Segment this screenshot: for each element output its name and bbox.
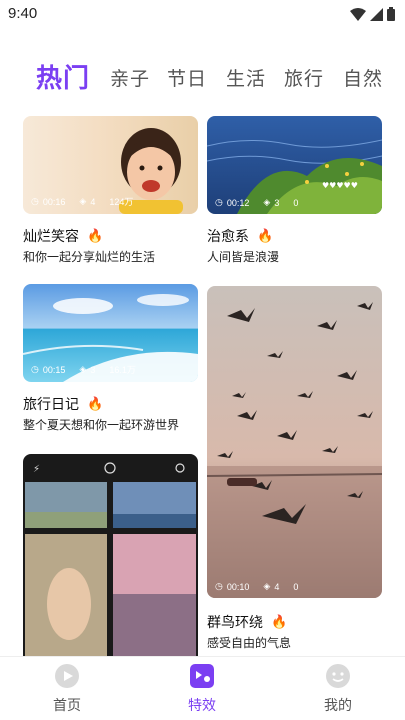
nav-mine[interactable]: 我的 — [298, 663, 378, 715]
card-thumbnail: ⚡ — [23, 454, 198, 656]
nav-home-label: 首页 — [53, 698, 81, 714]
play-circle-icon — [55, 664, 79, 688]
card-layers: 4 — [274, 581, 280, 592]
card-title-row: 旅行日记 🔥 — [23, 394, 103, 414]
clock-icon: ◷ — [31, 196, 39, 206]
card-thumbnail: ♥♥♥♥♥ ◷ 00:12 ◈ 3 0 — [207, 116, 382, 214]
card-title: 灿烂笑容 — [23, 229, 79, 245]
effects-icon — [190, 664, 214, 688]
fire-icon: 🔥 — [257, 228, 274, 244]
card-meta: ◷ 00:15 ◈ 3 16.1万 — [31, 363, 136, 376]
card-subtitle: 人间皆是浪漫 — [207, 250, 280, 264]
layers-icon: ◈ — [263, 197, 271, 207]
card-views: 124万 — [109, 197, 134, 207]
signal-icon — [370, 7, 383, 21]
tab-travel[interactable]: 旅行 — [284, 64, 324, 91]
wifi-icon — [350, 7, 366, 21]
card-meta: ◷ 00:12 ◈ 3 0 — [215, 197, 298, 208]
card-duration: 00:10 — [226, 581, 250, 592]
card-thumbnail: ◷ 00:10 ◈ 4 0 — [207, 286, 382, 598]
card-thumbnail: ◷ 00:16 ◈ 4 124万 — [23, 116, 198, 214]
card-duration: 00:12 — [226, 197, 250, 208]
status-bar: 9:40 — [0, 0, 405, 30]
card-title-row: 治愈系 🔥 — [207, 226, 273, 246]
fire-icon: 🔥 — [271, 614, 288, 630]
tab-nature[interactable]: 自然 — [343, 64, 383, 91]
card-meta: ◷ 00:16 ◈ 4 124万 — [31, 195, 133, 208]
nav-effects[interactable]: 特效 — [162, 663, 242, 715]
card-title: 旅行日记 — [23, 397, 79, 413]
layers-icon: ◈ — [263, 581, 271, 591]
status-time: 9:40 — [8, 5, 38, 22]
template-card-smile[interactable]: ◷ 00:16 ◈ 4 124万 灿烂笑容 🔥 和你一起分享灿烂的生活 — [23, 116, 198, 266]
smile-icon — [326, 664, 350, 688]
tab-life[interactable]: 生活 — [226, 64, 266, 91]
template-card-healing[interactable]: ♥♥♥♥♥ ◷ 00:12 ◈ 3 0 治愈系 🔥 人间皆是浪漫 — [207, 116, 382, 266]
layers-icon: ◈ — [79, 196, 87, 206]
status-icons — [350, 7, 395, 21]
template-card-travel-diary[interactable]: ◷ 00:15 ◈ 3 16.1万 旅行日记 🔥 整个夏天想和你一起环游世界 — [23, 284, 198, 434]
card-subtitle: 感受自由的气息 — [207, 636, 292, 650]
nav-home[interactable]: 首页 — [27, 663, 107, 715]
card-meta: ◷ 00:10 ◈ 4 0 — [215, 581, 298, 592]
card-subtitle: 和你一起分享灿烂的生活 — [23, 250, 156, 264]
card-duration: 00:15 — [42, 364, 66, 375]
card-layers: 3 — [90, 364, 96, 375]
card-thumbnail: ◷ 00:15 ◈ 3 16.1万 — [23, 284, 198, 382]
card-layers: 4 — [90, 196, 96, 207]
flash-icon: ⚡ — [33, 464, 40, 475]
tab-festival[interactable]: 节日 — [167, 64, 207, 91]
template-card-collage[interactable]: ⚡ — [23, 454, 198, 656]
tab-hot[interactable]: 热门 — [36, 58, 90, 95]
clock-icon: ◷ — [215, 197, 223, 207]
nav-mine-label: 我的 — [324, 698, 352, 714]
card-title-row: 群鸟环绕 🔥 — [207, 612, 287, 632]
svg-text:♥♥♥♥♥: ♥♥♥♥♥ — [322, 181, 358, 190]
fire-icon: 🔥 — [87, 228, 104, 244]
card-duration: 00:16 — [42, 196, 66, 207]
card-title-row: 灿烂笑容 🔥 — [23, 226, 103, 246]
card-views: 0 — [293, 197, 299, 208]
category-tabs: 热门 亲子 节日 生活 旅行 自然 — [0, 58, 405, 100]
card-title: 群鸟环绕 — [207, 615, 263, 631]
battery-icon — [387, 7, 395, 21]
bottom-nav: 首页 特效 我的 — [0, 656, 405, 720]
template-card-birds[interactable]: ◷ 00:10 ◈ 4 0 群鸟环绕 🔥 感受自由的气息 — [207, 286, 382, 656]
card-subtitle: 整个夏天想和你一起环游世界 — [23, 418, 180, 432]
clock-icon: ◷ — [215, 581, 223, 591]
fire-icon: 🔥 — [87, 396, 104, 412]
layers-icon: ◈ — [79, 364, 87, 374]
clock-icon: ◷ — [31, 364, 39, 374]
tab-parenting[interactable]: 亲子 — [110, 64, 150, 91]
card-views: 16.1万 — [109, 365, 136, 375]
card-layers: 3 — [274, 197, 280, 208]
card-views: 0 — [293, 581, 299, 592]
nav-effects-label: 特效 — [188, 698, 216, 714]
card-title: 治愈系 — [207, 229, 249, 245]
